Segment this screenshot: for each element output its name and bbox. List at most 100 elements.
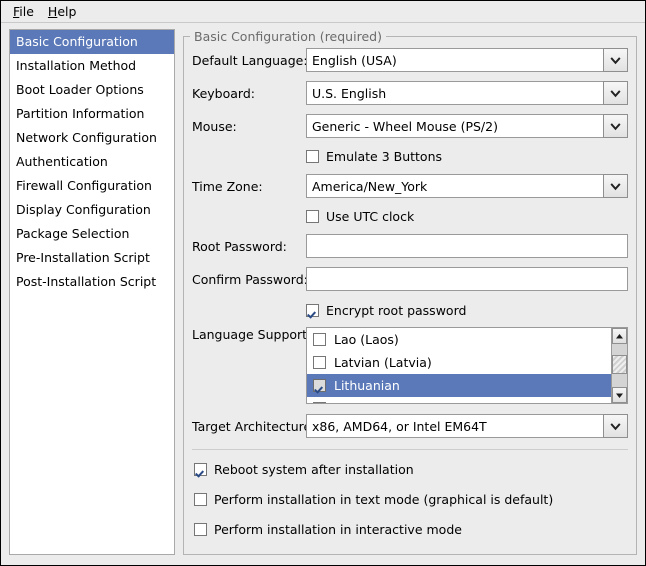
list-item-label: Macedonian (334, 401, 410, 404)
text-mode-install-checkbox[interactable] (194, 493, 207, 506)
row-keyboard: Keyboard: U.S. English (192, 80, 628, 106)
sidebar-item-label: Basic Configuration (16, 34, 138, 49)
sidebar-item-display-configuration[interactable]: Display Configuration (10, 198, 174, 222)
row-text-mode-install[interactable]: Perform installation in text mode (graph… (194, 488, 628, 510)
scroll-down-button[interactable] (612, 387, 627, 403)
chevron-down-icon (610, 181, 621, 192)
keyboard-label: Keyboard: (192, 86, 306, 101)
list-item[interactable]: Lithuanian (307, 374, 611, 397)
language-support-label: Language Support: (192, 327, 306, 342)
scroll-up-button[interactable] (612, 328, 627, 344)
mouse-value[interactable]: Generic - Wheel Mouse (PS/2) (306, 114, 603, 138)
default-language-field: English (USA) (306, 48, 628, 72)
keyboard-value[interactable]: U.S. English (306, 81, 603, 105)
sidebar-item-label: Firewall Configuration (16, 178, 152, 193)
sidebar-item-partition-information[interactable]: Partition Information (10, 102, 174, 126)
keyboard-field: U.S. English (306, 81, 628, 105)
language-checkbox[interactable] (313, 333, 326, 346)
language-support-listbox[interactable]: Lao (Laos) Latvian (Latvia) Lithuanian (306, 327, 611, 404)
root-password-input[interactable] (306, 234, 628, 258)
row-root-password: Root Password: (192, 233, 628, 259)
sidebar-item-authentication[interactable]: Authentication (10, 150, 174, 174)
menubar: File Help (1, 1, 645, 23)
install-options-group: Reboot system after installation Perform… (192, 458, 628, 540)
arrow-down-icon (615, 391, 624, 400)
sidebar-item-label: Boot Loader Options (16, 82, 144, 97)
emulate-3-buttons-label: Emulate 3 Buttons (326, 149, 442, 164)
sidebar-item-installation-method[interactable]: Installation Method (10, 54, 174, 78)
target-architecture-value[interactable]: x86, AMD64, or Intel EM64T (306, 414, 603, 438)
emulate-3-buttons-checkbox[interactable] (306, 150, 319, 163)
reboot-after-install-label: Reboot system after installation (214, 462, 414, 477)
main-content: Basic Configuration Installation Method … (1, 23, 645, 565)
target-architecture-field: x86, AMD64, or Intel EM64T (306, 414, 628, 438)
encrypt-root-password-checkbox[interactable] (306, 304, 319, 317)
sidebar-item-post-installation-script[interactable]: Post-Installation Script (10, 270, 174, 294)
sidebar-item-package-selection[interactable]: Package Selection (10, 222, 174, 246)
sidebar-item-firewall-configuration[interactable]: Firewall Configuration (10, 174, 174, 198)
use-utc-clock-label: Use UTC clock (326, 209, 414, 224)
list-item[interactable]: Macedonian (307, 397, 611, 404)
default-language-value[interactable]: English (USA) (306, 48, 603, 72)
target-architecture-dropdown-button[interactable] (603, 414, 628, 438)
time-zone-field: America/New_York (306, 174, 628, 198)
root-password-field (306, 234, 628, 258)
sidebar-item-label: Authentication (16, 154, 108, 169)
row-use-utc-clock[interactable]: Use UTC clock (192, 205, 628, 227)
language-checkbox[interactable] (313, 402, 326, 404)
time-zone-dropdown-button[interactable] (603, 174, 628, 198)
basic-configuration-groupbox: Basic Configuration (required) Default L… (183, 36, 637, 555)
scrollbar-track[interactable] (612, 344, 627, 387)
menu-help-mnemonic: H (48, 4, 57, 19)
language-support-scrollbar[interactable] (611, 327, 628, 404)
list-item[interactable]: Latvian (Latvia) (307, 351, 611, 374)
sidebar-item-label: Post-Installation Script (16, 274, 156, 289)
mouse-combo[interactable]: Generic - Wheel Mouse (PS/2) (306, 114, 628, 138)
chevron-down-icon (610, 88, 621, 99)
row-emulate-3-buttons[interactable]: Emulate 3 Buttons (192, 145, 628, 167)
language-checkbox[interactable] (313, 356, 326, 369)
list-item-label: Lithuanian (334, 378, 400, 393)
chevron-down-icon (610, 55, 621, 66)
target-architecture-combo[interactable]: x86, AMD64, or Intel EM64T (306, 414, 628, 438)
row-time-zone: Time Zone: America/New_York (192, 173, 628, 199)
sidebar-item-pre-installation-script[interactable]: Pre-Installation Script (10, 246, 174, 270)
list-item[interactable]: Lao (Laos) (307, 328, 611, 351)
time-zone-value[interactable]: America/New_York (306, 174, 603, 198)
basic-configuration-panel: Basic Configuration (required) Default L… (183, 29, 637, 555)
default-language-combo[interactable]: English (USA) (306, 48, 628, 72)
interactive-install-checkbox[interactable] (194, 523, 207, 536)
confirm-password-input[interactable] (306, 267, 628, 291)
section-divider (192, 449, 628, 450)
sidebar-item-network-configuration[interactable]: Network Configuration (10, 126, 174, 150)
list-item-label: Lao (Laos) (334, 332, 399, 347)
time-zone-combo[interactable]: America/New_York (306, 174, 628, 198)
confirm-password-field (306, 267, 628, 291)
time-zone-label: Time Zone: (192, 179, 306, 194)
menu-help[interactable]: Help (44, 2, 87, 21)
language-checkbox[interactable] (313, 379, 326, 392)
row-encrypt-root-password[interactable]: Encrypt root password (192, 299, 628, 321)
reboot-after-install-checkbox[interactable] (194, 463, 207, 476)
row-interactive-install[interactable]: Perform installation in interactive mode (194, 518, 628, 540)
row-reboot-after-install[interactable]: Reboot system after installation (194, 458, 628, 480)
mouse-field: Generic - Wheel Mouse (PS/2) (306, 114, 628, 138)
target-architecture-label: Target Architecture: (192, 419, 306, 434)
row-target-architecture: Target Architecture: x86, AMD64, or Inte… (192, 413, 628, 439)
keyboard-dropdown-button[interactable] (603, 81, 628, 105)
chevron-down-icon (610, 421, 621, 432)
sidebar-item-label: Installation Method (16, 58, 136, 73)
scrollbar-thumb[interactable] (612, 355, 627, 374)
sidebar-item-basic-configuration[interactable]: Basic Configuration (10, 30, 174, 54)
form-rows: Default Language: English (USA) (192, 47, 628, 439)
row-confirm-password: Confirm Password: (192, 266, 628, 292)
menu-file[interactable]: File (9, 2, 44, 21)
default-language-dropdown-button[interactable] (603, 48, 628, 72)
sidebar-item-label: Partition Information (16, 106, 144, 121)
mouse-dropdown-button[interactable] (603, 114, 628, 138)
use-utc-clock-checkbox[interactable] (306, 210, 319, 223)
confirm-password-label: Confirm Password: (192, 272, 306, 287)
sidebar-nav-list[interactable]: Basic Configuration Installation Method … (9, 29, 175, 555)
keyboard-combo[interactable]: U.S. English (306, 81, 628, 105)
sidebar-item-boot-loader-options[interactable]: Boot Loader Options (10, 78, 174, 102)
